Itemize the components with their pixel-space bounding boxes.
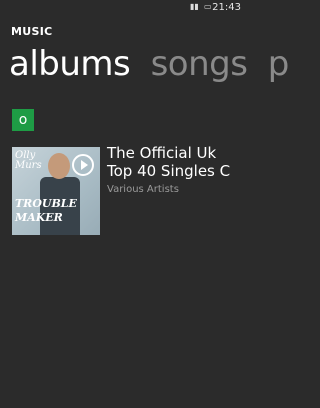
album-cover[interactable]: Olly Murs TROUBLE MAKER [12, 147, 100, 235]
album-item[interactable]: Olly Murs TROUBLE MAKER The Official Uk … [12, 144, 252, 237]
jump-letter-tile[interactable]: o [12, 109, 34, 131]
pivot-albums[interactable]: albums [9, 44, 131, 84]
status-time: 21:43 [212, 2, 241, 13]
pivot-header: albums songs p [9, 44, 299, 84]
cover-text-line3: TROUBLE [15, 197, 77, 210]
album-title-line1: The Official Uk [107, 144, 217, 162]
app-title: MUSIC [11, 25, 53, 38]
album-title-line2: Top 40 Singles C [107, 162, 231, 180]
album-artist: Various Artists [107, 184, 179, 195]
cover-text-line2: Murs [15, 160, 42, 171]
status-bar: ▮▮ ▭ 21:43 [0, 0, 245, 16]
album-title: The Official Uk Top 40 Singles C [107, 144, 247, 180]
pivot-next[interactable]: p [268, 44, 290, 84]
pivot-songs[interactable]: songs [151, 44, 248, 84]
cover-text-line4: MAKER [15, 211, 63, 224]
cover-figure-head [48, 153, 70, 179]
play-icon[interactable] [72, 154, 94, 176]
signal-icon: ▮▮ [190, 2, 199, 11]
battery-icon: ▭ [204, 2, 212, 11]
